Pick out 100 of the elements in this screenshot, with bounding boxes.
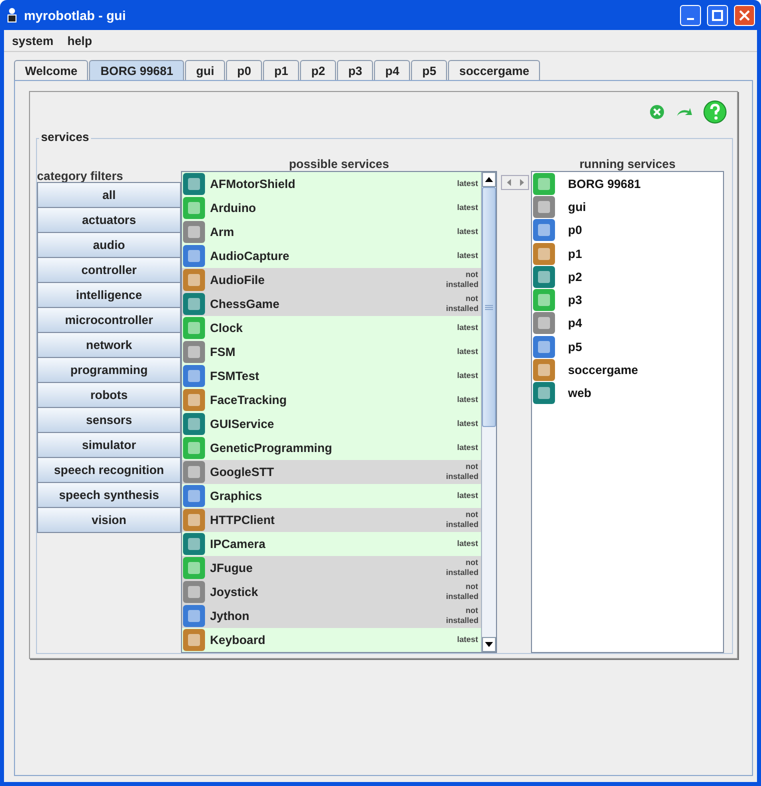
tab[interactable]: p3 — [337, 60, 374, 80]
service-row[interactable]: IPCamera latest — [182, 532, 481, 556]
service-row[interactable]: AudioCapture latest — [182, 244, 481, 268]
split-arrows[interactable] — [501, 175, 529, 190]
filter-button[interactable]: speech recognition — [37, 457, 181, 483]
filter-button[interactable]: microcontroller — [37, 307, 181, 333]
service-row[interactable]: FSMTest latest — [182, 364, 481, 388]
running-row[interactable]: p1 — [532, 242, 723, 266]
filter-button[interactable]: controller — [37, 257, 181, 283]
service-name: AFMotorShield — [210, 177, 296, 191]
close-button[interactable] — [734, 4, 755, 26]
service-name: Jython — [210, 609, 250, 623]
service-row[interactable]: Joystick not installed — [182, 580, 481, 604]
service-row[interactable]: Keyboard latest — [182, 628, 481, 652]
service-status: latest — [456, 371, 478, 381]
close-icon[interactable] — [649, 104, 665, 120]
filter-button[interactable]: simulator — [37, 432, 181, 458]
service-status: latest — [456, 347, 478, 357]
running-row[interactable]: gui — [532, 195, 723, 219]
tab[interactable]: p0 — [226, 60, 262, 80]
menu-item[interactable]: help — [67, 34, 92, 48]
running-row[interactable]: p0 — [532, 218, 723, 242]
service-name: GUIService — [210, 417, 276, 431]
service-row[interactable]: ChessGame not installed — [182, 292, 481, 316]
filters-heading: category filters — [37, 169, 124, 183]
service-status: latest — [456, 395, 478, 405]
running-name: soccergame — [568, 363, 638, 378]
service-status: not installed — [446, 558, 478, 578]
running-name: p3 — [568, 293, 582, 308]
service-row[interactable]: FaceTracking latest — [182, 388, 481, 412]
service-status: latest — [456, 227, 478, 237]
service-row[interactable]: HTTPClient not installed — [182, 508, 481, 532]
filter-button[interactable]: speech synthesis — [37, 482, 181, 508]
filter-button[interactable]: network — [37, 332, 181, 358]
up-arrow-icon[interactable] — [485, 177, 493, 182]
tab[interactable]: p4 — [374, 60, 410, 80]
scrollbar[interactable] — [481, 172, 496, 652]
service-name: Graphics — [210, 489, 264, 503]
filter-button[interactable]: actuators — [37, 207, 181, 233]
running-row[interactable]: p2 — [532, 265, 723, 288]
running-name: p1 — [568, 246, 582, 261]
running-name: web — [568, 386, 592, 400]
tab[interactable]: soccergame — [448, 60, 540, 80]
grip-icon[interactable] — [485, 304, 493, 310]
filter-button[interactable]: intelligence — [37, 282, 181, 308]
service-row[interactable]: AudioFile not installed — [182, 268, 481, 292]
running-name: p0 — [568, 223, 582, 238]
tab[interactable]: BORG 99681 — [89, 60, 184, 80]
service-name: FSM — [210, 345, 236, 359]
help-icon[interactable] — [703, 100, 727, 124]
filter-button[interactable]: programming — [37, 357, 181, 383]
running-name: p5 — [568, 340, 582, 354]
service-status: not installed — [446, 294, 478, 314]
service-row[interactable]: JFugue not installed — [182, 556, 481, 580]
filter-button[interactable]: audio — [37, 232, 181, 258]
filter-button[interactable]: vision — [37, 507, 181, 533]
running-row[interactable]: p5 — [532, 335, 723, 358]
service-status: latest — [456, 539, 478, 549]
filter-button[interactable]: sensors — [37, 407, 181, 433]
filter-button[interactable]: robots — [37, 382, 181, 408]
service-row[interactable]: GUIService latest — [182, 412, 481, 436]
filter-button[interactable]: all — [37, 182, 181, 208]
maximize-icon — [712, 10, 723, 20]
tab[interactable]: p2 — [300, 60, 336, 80]
running-row[interactable]: soccergame — [532, 358, 723, 382]
service-row[interactable]: FSM latest — [182, 340, 481, 364]
service-name: JFugue — [210, 561, 254, 575]
tab[interactable]: p5 — [411, 60, 448, 80]
service-name: FaceTracking — [210, 393, 288, 407]
service-row[interactable]: GeneticProgramming latest — [182, 436, 481, 460]
service-row[interactable]: Clock latest — [182, 316, 481, 340]
running-row[interactable]: BORG 99681 — [532, 172, 723, 196]
tab[interactable]: p1 — [263, 60, 300, 80]
tab[interactable]: Welcome — [14, 60, 88, 80]
curved-arrow-icon[interactable] — [675, 106, 693, 118]
service-row[interactable]: Arduino latest — [182, 196, 481, 220]
service-row[interactable]: Graphics latest — [182, 484, 481, 508]
service-name: Clock — [210, 321, 244, 335]
running-row[interactable]: p3 — [532, 288, 723, 312]
service-name: Arm — [210, 225, 236, 239]
service-name: Keyboard — [210, 633, 266, 647]
service-row[interactable]: Jython not installed — [182, 604, 481, 628]
service-row[interactable]: GoogleSTT not installed — [182, 460, 481, 484]
service-name: GoogleSTT — [210, 465, 275, 479]
running-row[interactable]: web — [532, 382, 723, 405]
service-name: AudioFile — [210, 273, 266, 287]
close-icon — [739, 10, 750, 20]
minimize-button[interactable] — [680, 4, 701, 26]
maximize-button[interactable] — [707, 4, 728, 26]
menu-item[interactable]: system — [12, 34, 54, 48]
window-title: myrobotlab - gui — [24, 8, 127, 22]
service-status: latest — [456, 635, 478, 645]
running-name: BORG 99681 — [568, 176, 641, 191]
service-status: not installed — [446, 510, 478, 530]
service-row[interactable]: AFMotorShield latest — [182, 172, 481, 196]
tab[interactable]: gui — [185, 60, 226, 80]
down-arrow-icon[interactable] — [485, 642, 493, 647]
list-heading: possible services — [288, 157, 390, 171]
service-row[interactable]: Arm latest — [182, 220, 481, 244]
running-row[interactable]: p4 — [532, 312, 723, 336]
